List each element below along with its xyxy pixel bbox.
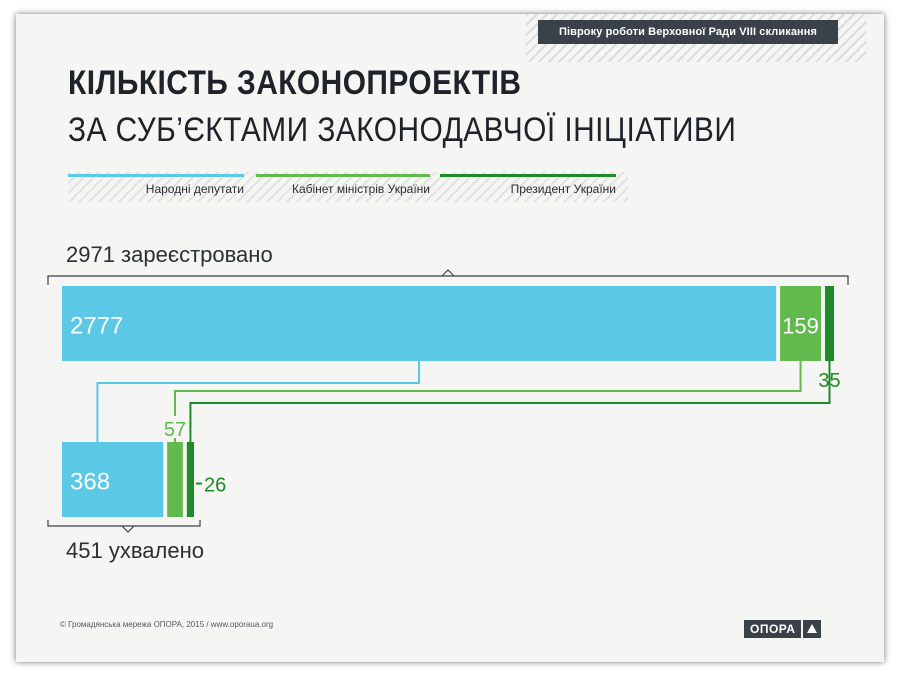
opora-logo: ОПОРА — [744, 620, 822, 638]
connector-cabinet — [174, 361, 802, 416]
registered-total-label: 2971 зареєстровано — [66, 242, 273, 267]
infographic-card: Півроку роботи Верховної Ради VIII склик… — [16, 14, 884, 662]
registered-bar-2 — [824, 286, 834, 361]
adopted-total-label: 451 ухвалено — [66, 538, 204, 563]
logo-triangle-icon — [803, 620, 822, 638]
value-label-registered-cabinet: 159 — [782, 314, 819, 339]
registered-bracket-notch — [441, 269, 455, 277]
logo-wordmark: ОПОРА — [744, 620, 802, 638]
registered-bracket — [47, 275, 849, 285]
value-label-adopted-president: 26 — [204, 475, 226, 497]
connector-mps — [96, 361, 421, 442]
connector-president — [189, 361, 831, 442]
value-label-registered-mps: 2777 — [70, 313, 123, 340]
bill-flow-chart: 2971 зареєстровано 451 ухвалено 2777 159 35 3… — [47, 242, 849, 563]
registered-bar-0 — [62, 286, 777, 361]
adopted-bar-2 — [186, 442, 194, 517]
value-label-adopted-mps: 368 — [70, 469, 110, 496]
value-label-adopted-cabinet: 57 — [164, 419, 186, 441]
adopted-bracket — [47, 520, 201, 527]
adopted-bracket-notch — [121, 525, 135, 533]
value-label-registered-president: 35 — [818, 370, 840, 392]
adopted-bar-1 — [167, 442, 183, 517]
footer-copyright: © Громадянська мережа ОПОРА, 2015 / www.… — [60, 620, 274, 629]
